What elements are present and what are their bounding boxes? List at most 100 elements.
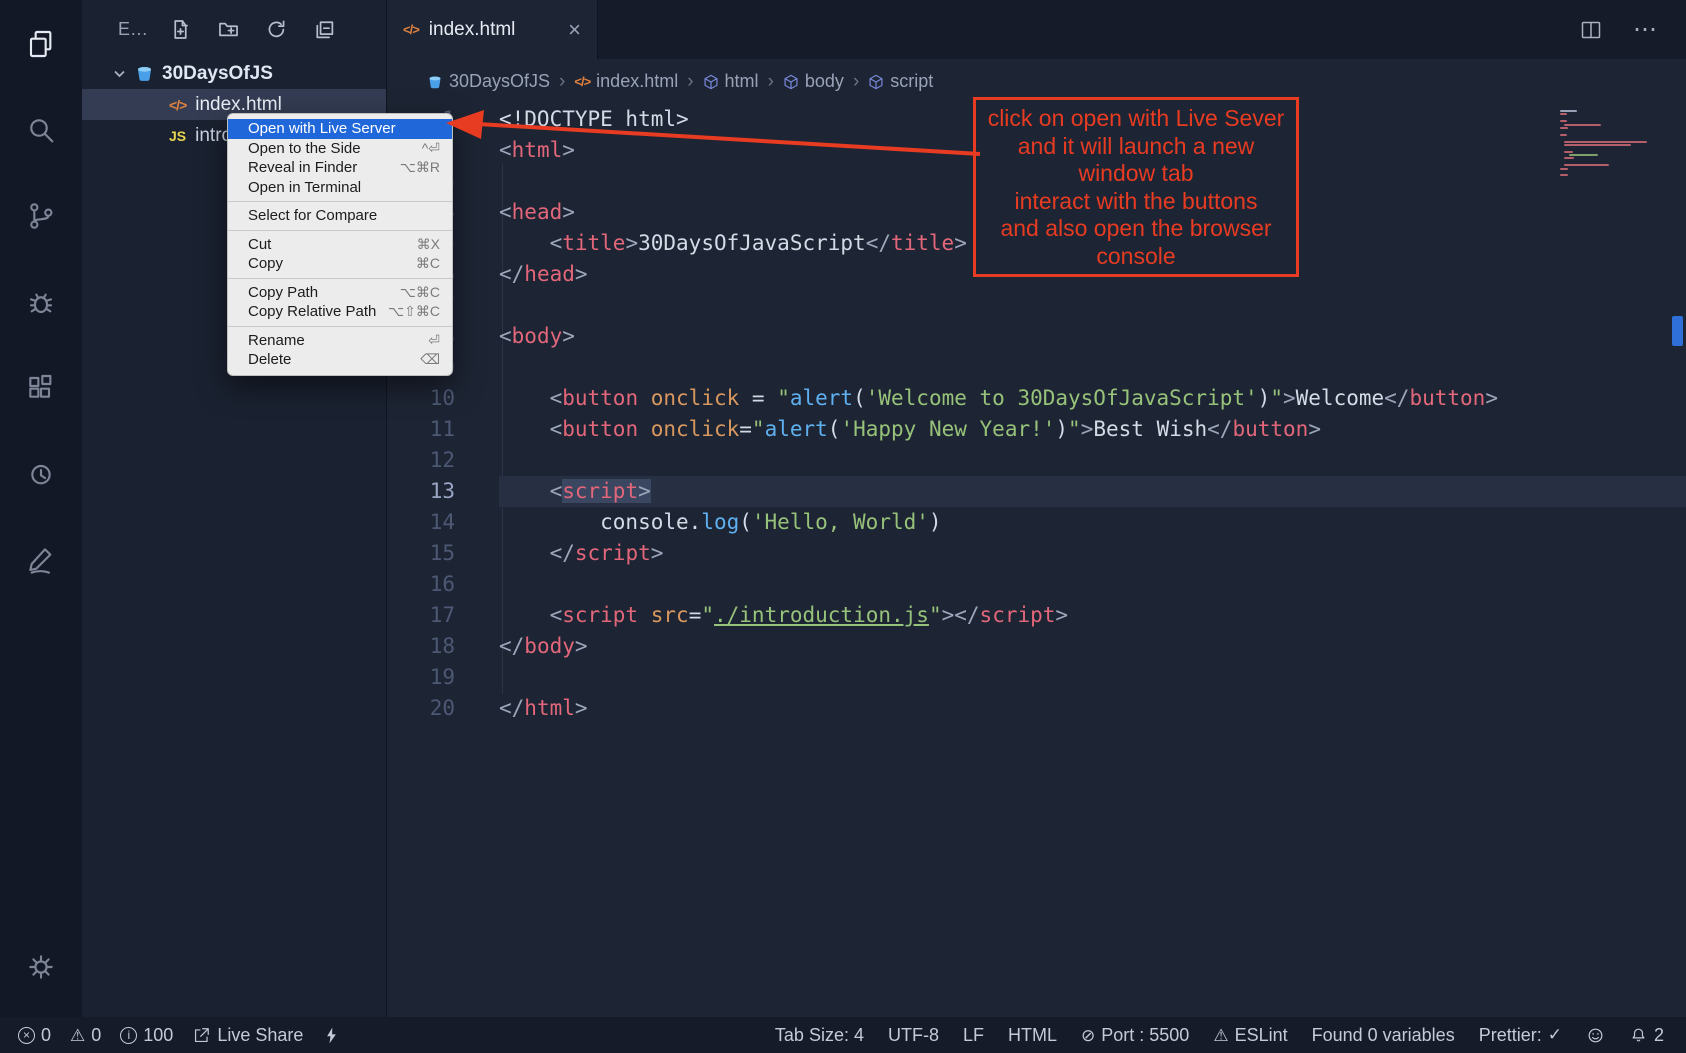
live-server-port[interactable]: ⊘ Port : 5500 [1081,1025,1189,1046]
html-file-icon: </> [574,74,590,89]
status-left: × 0 ⚠ 0 i 100 Live Share [18,1025,341,1046]
context-menu: Open with Live Server Open to the Side ^… [227,113,453,376]
breadcrumb-separator: › [768,71,774,93]
code-line[interactable]: 9 [387,352,1686,383]
folder-row-30daysofjs[interactable]: 30DaysOfJS [82,58,386,89]
status-right: Tab Size: 4 UTF-8 LF HTML ⊘ Port : 5500 … [775,1025,1664,1046]
js-file-icon: JS [169,128,186,144]
breadcrumb-symbol-body[interactable]: body [783,71,844,92]
extensions-icon[interactable] [13,360,69,416]
new-folder-icon[interactable] [218,19,239,40]
prettier-status[interactable]: Prettier: ✓ [1479,1025,1562,1046]
annotation-line: interact with the buttons [976,188,1296,216]
problems-errors[interactable]: × 0 [18,1025,51,1046]
folder-bucket-icon [135,64,154,83]
menu-item-copy[interactable]: Copy ⌘C [228,254,452,274]
variables-count[interactable]: Found 0 variables [1312,1025,1455,1046]
tab-bar: </> index.html × ⋯ [387,0,1686,59]
source-control-icon[interactable] [13,188,69,244]
menu-separator [228,230,452,231]
split-editor-icon[interactable] [1579,18,1603,42]
code-line[interactable]: 13 <script> [387,476,1686,507]
annotation-line: console [976,243,1296,271]
symbol-cube-icon [783,74,799,90]
menu-separator [228,326,452,327]
code-line[interactable]: 11 <button onclick="alert('Happy New Yea… [387,414,1686,445]
error-icon: × [18,1027,35,1044]
explorer-icon[interactable] [13,16,69,72]
folder-bucket-icon [427,74,443,90]
code-line[interactable]: 8<body> [387,321,1686,352]
annotation-line: window tab [976,160,1296,188]
minimap[interactable] [1560,110,1656,178]
status-bar: × 0 ⚠ 0 i 100 Live Share Tab Size: 4 UTF… [0,1017,1686,1053]
warning-icon: ⚠ [70,1027,85,1044]
edit-pen-icon[interactable] [13,532,69,588]
menu-item-delete[interactable]: Delete ⌫ [228,350,452,370]
menu-item-copy-relative-path[interactable]: Copy Relative Path ⌥⇧⌘C [228,302,452,322]
annotation-line: click on open with Live Sever [976,105,1296,133]
breadcrumb-separator: › [853,71,859,93]
run-code-button[interactable] [322,1026,341,1045]
breadcrumb-folder[interactable]: 30DaysOfJS [427,71,550,92]
close-tab-icon[interactable]: × [568,19,581,41]
search-icon[interactable] [13,102,69,158]
collapse-all-icon[interactable] [314,19,335,40]
menu-separator [228,201,452,202]
symbol-cube-icon [703,74,719,90]
eslint-status[interactable]: ⚠ ESLint [1213,1025,1287,1046]
menu-item-rename[interactable]: Rename ⏎ [228,331,452,351]
more-actions-icon[interactable]: ⋯ [1633,15,1658,44]
tab-index-html[interactable]: </> index.html × [387,0,598,59]
history-icon[interactable] [13,446,69,502]
menu-separator [228,278,452,279]
new-file-icon[interactable] [170,19,191,40]
menu-item-open-in-terminal[interactable]: Open in Terminal [228,178,452,198]
vscode-window: E… 30DaysOfJS </> index.html JS introd [0,0,1686,1053]
code-line[interactable]: 19 [387,662,1686,693]
live-share-button[interactable]: Live Share [192,1025,303,1046]
language-indicator[interactable]: HTML [1008,1025,1057,1046]
breadcrumb-symbol-html[interactable]: html [703,71,759,92]
menu-item-open-to-the-side[interactable]: Open to the Side ^⏎ [228,139,452,159]
problems-warnings[interactable]: ⚠ 0 [70,1025,101,1046]
code-line[interactable]: 18</body> [387,631,1686,662]
lightning-icon [322,1026,341,1045]
code-line[interactable]: 16 [387,569,1686,600]
breadcrumb-symbol-script[interactable]: script [868,71,933,92]
info-count[interactable]: i 100 [120,1025,173,1046]
breadcrumb-file[interactable]: </> index.html [574,71,678,92]
breadcrumb-separator: › [559,71,565,93]
live-share-icon [192,1026,211,1045]
code-line[interactable]: 10 <button onclick = "alert('Welcome to … [387,383,1686,414]
eol-indicator[interactable]: LF [963,1025,984,1046]
settings-gear-icon[interactable] [13,939,69,995]
feedback-smiley[interactable] [1586,1026,1605,1045]
html-file-icon: </> [169,97,186,113]
menu-item-reveal-in-finder[interactable]: Reveal in Finder ⌥⌘R [228,158,452,178]
scrollbar-marker[interactable] [1672,316,1683,346]
blocked-icon: ⊘ [1081,1027,1095,1044]
menu-item-cut[interactable]: Cut ⌘X [228,235,452,255]
code-line[interactable]: 14 console.log('Hello, World') [387,507,1686,538]
menu-item-open-with-live-server[interactable]: Open with Live Server [228,119,452,139]
root-folder-label: 30DaysOfJS [162,63,273,85]
activity-bar [0,0,82,1017]
breadcrumb-separator: › [687,71,693,93]
html-file-icon: </> [403,22,419,37]
menu-item-select-for-compare[interactable]: Select for Compare [228,206,452,226]
refresh-icon[interactable] [266,19,287,40]
tab-label: index.html [429,19,558,41]
bell-icon [1629,1026,1648,1045]
menu-item-copy-path[interactable]: Copy Path ⌥⌘C [228,283,452,303]
code-line[interactable]: 12 [387,445,1686,476]
code-line[interactable]: 17 <script src="./introduction.js"></scr… [387,600,1686,631]
code-line[interactable]: 15 </script> [387,538,1686,569]
debug-icon[interactable] [13,274,69,330]
code-line[interactable]: 7 [387,290,1686,321]
notifications[interactable]: 2 [1629,1025,1664,1046]
tab-size-indicator[interactable]: Tab Size: 4 [775,1025,864,1046]
encoding-indicator[interactable]: UTF-8 [888,1025,939,1046]
smiley-icon [1586,1026,1605,1045]
code-line[interactable]: 20</html> [387,693,1686,724]
